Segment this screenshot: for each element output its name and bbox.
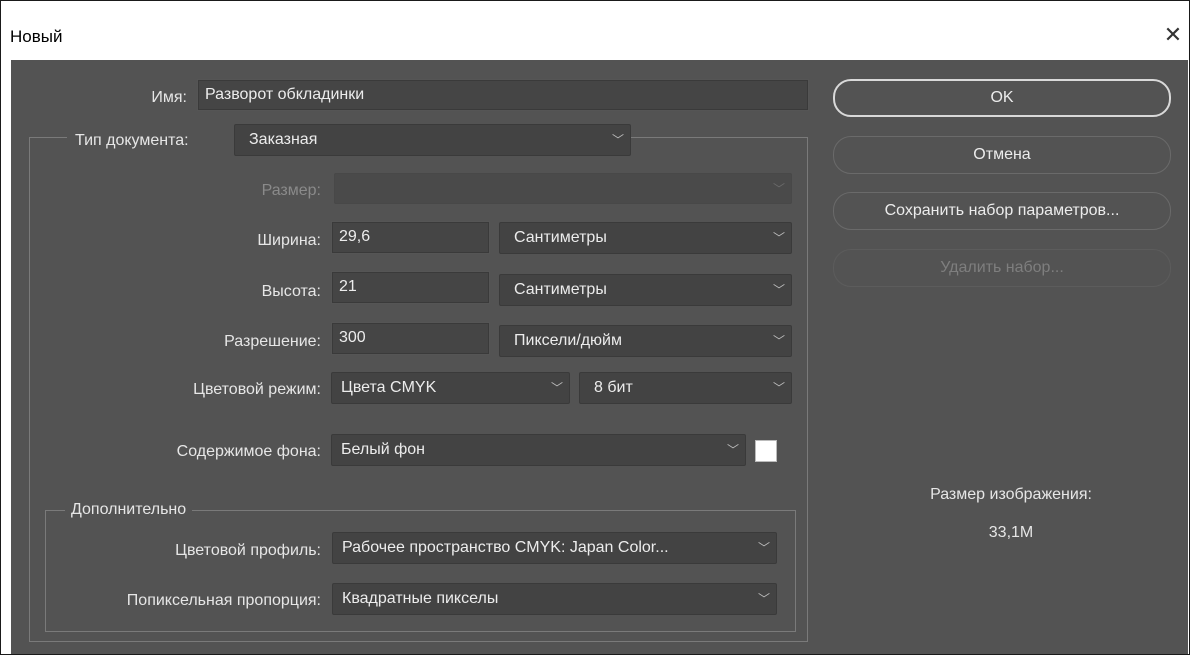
background-label: Содержимое фона: xyxy=(176,443,321,460)
delete-preset-button: Удалить набор... xyxy=(833,249,1171,287)
background-color-swatch[interactable] xyxy=(755,440,777,462)
chevron-down-icon: ﹀ xyxy=(726,443,739,457)
cancel-button[interactable]: Отмена xyxy=(833,136,1171,174)
color-profile-label: Цветовой профиль: xyxy=(175,542,321,559)
chevron-down-icon: ﹀ xyxy=(757,592,770,606)
new-document-dialog: Новый ✕ Имя: Разворот обкладинки Тип док… xyxy=(0,0,1190,655)
colormode-select[interactable]: Цвета CMYK ﹀ xyxy=(331,372,570,404)
chevron-down-icon: ﹀ xyxy=(772,283,785,297)
height-label: Высота: xyxy=(261,283,321,300)
colormode-label: Цветовой режим: xyxy=(193,381,321,398)
chevron-down-icon: ﹀ xyxy=(611,133,624,147)
chevron-down-icon: ﹀ xyxy=(757,541,770,555)
color-profile-select[interactable]: Рабочее пространство CMYK: Japan Color..… xyxy=(332,532,777,564)
name-input[interactable]: Разворот обкладинки xyxy=(197,79,809,111)
size-label: Размер: xyxy=(261,182,321,199)
dialog-title: Новый xyxy=(10,27,63,46)
color-profile-value: Рабочее пространство CMYK: Japan Color..… xyxy=(342,539,669,556)
pixel-aspect-label: Попиксельная пропорция: xyxy=(126,592,321,609)
height-unit-select[interactable]: Сантиметры ﹀ xyxy=(499,274,792,306)
width-unit-select[interactable]: Сантиметры ﹀ xyxy=(499,222,792,254)
resolution-unit-select[interactable]: Пиксели/дюйм ﹀ xyxy=(499,325,792,357)
resolution-input[interactable]: 300 xyxy=(331,322,490,355)
ok-button[interactable]: OK xyxy=(833,79,1171,117)
title-bar: Новый ✕ xyxy=(1,1,1189,59)
width-label: Ширина: xyxy=(257,232,321,249)
background-select[interactable]: Белый фон ﹀ xyxy=(331,434,746,466)
resolution-unit-value: Пиксели/дюйм xyxy=(514,332,622,349)
pixel-aspect-select[interactable]: Квадратные пикселы ﹀ xyxy=(332,583,777,615)
chevron-down-icon: ﹀ xyxy=(550,381,563,395)
width-unit-value: Сантиметры xyxy=(514,229,607,246)
image-size-value: 33,1M xyxy=(988,524,1034,541)
save-preset-button[interactable]: Сохранить набор параметров... xyxy=(833,192,1171,230)
dialog-body: Имя: Разворот обкладинки Тип документа: … xyxy=(11,60,1188,654)
chevron-down-icon: ﹀ xyxy=(772,182,785,196)
doctype-label: Тип документа: xyxy=(67,131,235,151)
height-input[interactable]: 21 xyxy=(331,271,490,304)
height-unit-value: Сантиметры xyxy=(514,281,607,298)
doctype-value: Заказная xyxy=(249,131,318,148)
advanced-legend: Дополнительно xyxy=(65,500,193,520)
background-value: Белый фон xyxy=(341,441,425,458)
chevron-down-icon: ﹀ xyxy=(772,231,785,245)
chevron-down-icon: ﹀ xyxy=(772,334,785,348)
bitdepth-select[interactable]: 8 бит ﹀ xyxy=(579,372,792,404)
close-icon[interactable]: ✕ xyxy=(1161,23,1185,47)
width-input[interactable]: 29,6 xyxy=(331,221,490,254)
size-select: ﹀ xyxy=(334,173,792,204)
name-label: Имя: xyxy=(151,89,187,106)
resolution-label: Разрешение: xyxy=(224,333,321,350)
bitdepth-value: 8 бит xyxy=(594,379,633,396)
colormode-value: Цвета CMYK xyxy=(341,379,437,396)
pixel-aspect-value: Квадратные пикселы xyxy=(342,590,499,607)
doctype-select[interactable]: Заказная ﹀ xyxy=(234,124,631,156)
chevron-down-icon: ﹀ xyxy=(772,381,785,395)
image-size-label: Размер изображения: xyxy=(930,486,1092,503)
